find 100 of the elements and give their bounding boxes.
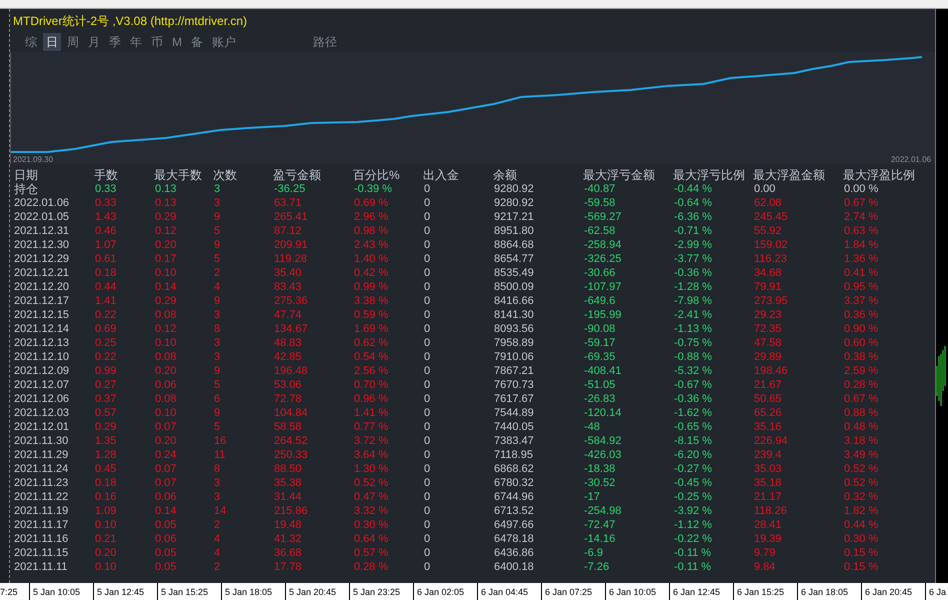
column-header: 日期 [14, 168, 39, 182]
max-lots-cell-text: 0.20 [154, 364, 178, 378]
count-cell-text: 5 [213, 420, 222, 434]
max-float-loss-ratio-cell-text: -7.98 % [673, 294, 713, 308]
lots-cell-text: 0.44 [94, 280, 118, 294]
tab[interactable]: 月 [85, 32, 103, 50]
date-cell-text: 2021.12.15 [14, 308, 70, 322]
max-float-profit-ratio-cell-text: 0.44 % [843, 518, 880, 532]
percent-cell-text: 0.57 % [353, 546, 390, 560]
max-float-loss-cell-text: -30.52 [583, 476, 616, 490]
balance-cell-text: 8500.09 [493, 280, 535, 294]
max-float-profit-ratio-cell-text: 0.30 % [843, 532, 880, 546]
date-cell-text: 2022.01.05 [14, 210, 70, 224]
lots-cell-text: 0.10 [94, 560, 118, 574]
max-float-profit-ratio-cell-text: 1.84 % [843, 238, 880, 252]
max-float-loss-cell-text: -569.27 [583, 210, 622, 224]
balance-cell-text: 8093.56 [493, 322, 535, 336]
deposit-cell-text: 0 [423, 476, 432, 490]
tab[interactable]: M [169, 32, 185, 50]
time-axis-label: 5 Jan 23:25 [350, 583, 414, 600]
count-cell-text: 9 [213, 406, 222, 420]
max-lots-cell-text: 0.05 [154, 546, 178, 560]
max-lots-cell-text: 0.20 [154, 434, 178, 448]
balance-cell-text: 6713.52 [493, 504, 535, 518]
tab[interactable]: 年 [127, 32, 145, 50]
percent-cell-text: 1.41 % [353, 406, 390, 420]
tab[interactable]: 综 [22, 32, 40, 50]
max-float-profit-cell-text: 35.16 [753, 420, 783, 434]
tab[interactable]: 币 [148, 32, 166, 50]
balance-cell-text: 6780.32 [493, 476, 535, 490]
max-float-loss-cell-text: -584.92 [583, 434, 622, 448]
count-cell-text: 2 [213, 560, 222, 574]
lots-cell-text: 0.27 [94, 378, 118, 392]
percent-cell-text: 3.64 % [353, 448, 390, 462]
tab[interactable]: 备 [188, 32, 206, 50]
profit-cell-text: 63.71 [273, 196, 303, 210]
date-cell-text: 2021.11.24 [14, 462, 70, 476]
max-lots-cell-text: 0.07 [154, 476, 178, 490]
lots-cell-text: 1.09 [94, 504, 118, 518]
max-float-loss-ratio-cell-text: -1.28 % [673, 280, 713, 294]
lots-cell-text: 0.99 [94, 364, 118, 378]
percent-cell-text: 0.47 % [353, 490, 390, 504]
count-cell-text: 2 [213, 266, 222, 280]
max-float-profit-cell-text: 21.67 [753, 378, 783, 392]
max-lots-cell-text: 0.12 [154, 224, 178, 238]
max-float-profit-ratio-cell-text: 1.82 % [843, 504, 880, 518]
profit-cell-text: 36.68 [273, 546, 303, 560]
profit-cell-text: 88.50 [273, 462, 303, 476]
max-float-loss-cell-text: -51.05 [583, 378, 616, 392]
tab[interactable]: 季 [106, 32, 124, 50]
tab[interactable]: 周 [64, 32, 82, 50]
balance-cell-text: 7544.89 [493, 406, 535, 420]
balance-cell-text: 7118.95 [493, 448, 534, 462]
tab[interactable]: 账户 [209, 32, 239, 50]
profit-cell-text: 17.78 [273, 560, 303, 574]
max-float-loss-ratio-cell-text: -5.32 % [673, 364, 713, 378]
max-lots-cell-text: 0.08 [154, 350, 178, 364]
balance-cell-text: 7670.73 [493, 378, 535, 392]
max-float-profit-cell-text: 62.08 [753, 196, 783, 210]
deposit-cell-text: 0 [423, 266, 432, 280]
max-lots-cell-text: 0.17 [154, 252, 178, 266]
max-float-profit-ratio-cell-text: 0.32 % [843, 490, 880, 504]
max-lots-cell-text: 0.10 [154, 336, 178, 350]
lots-cell-text: 0.18 [94, 476, 118, 490]
max-float-loss-cell-text: -107.97 [583, 280, 622, 294]
max-float-profit-cell-text: 19.39 [753, 532, 783, 546]
count-cell-text: 9 [213, 294, 222, 308]
tab[interactable]: 路径 [310, 32, 340, 50]
max-float-loss-cell-text: -254.98 [583, 504, 622, 518]
profit-cell-text: 31.44 [273, 490, 303, 504]
date-cell-text: 2021.12.17 [14, 294, 70, 308]
balance-cell-text: 6478.18 [493, 532, 535, 546]
balance-cell-text: 7958.89 [493, 336, 535, 350]
max-lots-cell-text: 0.08 [154, 392, 178, 406]
percent-cell-text: 0.54 % [353, 350, 390, 364]
max-float-profit-ratio-cell-text: 0.67 % [843, 392, 880, 406]
count-cell-text: 3 [213, 490, 222, 504]
percent-cell-text: 0.96 % [353, 392, 390, 406]
max-float-loss-ratio-cell-text: -0.22 % [673, 532, 713, 546]
max-float-profit-ratio-cell-text: 0.95 % [843, 280, 880, 294]
profit-cell-text: 72.78 [273, 392, 303, 406]
count-cell-text: 3 [213, 182, 222, 196]
max-float-profit-cell-text: 159.02 [753, 238, 789, 252]
column-header: 出入金 [423, 168, 460, 182]
deposit-cell-text: 0 [423, 378, 432, 392]
max-float-profit-cell-text: 28.41 [753, 518, 783, 532]
max-float-profit-ratio-cell-text: 3.18 % [843, 434, 880, 448]
time-axis-label: 5 Jan 18:05 [222, 583, 286, 600]
max-float-profit-cell-text: 118.26 [753, 504, 788, 518]
count-cell-text: 8 [213, 322, 222, 336]
deposit-cell-text: 0 [423, 504, 432, 518]
time-axis-label: 7:25 [0, 583, 30, 600]
tab[interactable]: 日 [43, 32, 61, 50]
max-float-loss-ratio-cell-text: -0.71 % [673, 224, 713, 238]
percent-cell-text: 0.70 % [353, 378, 390, 392]
max-float-profit-ratio-cell-text: 0.15 % [843, 546, 880, 560]
max-lots-cell-text: 0.06 [154, 490, 178, 504]
chart-end-label: 2022.01.06 [890, 155, 931, 164]
max-float-loss-cell-text: -426.03 [583, 448, 622, 462]
deposit-cell-text: 0 [423, 224, 432, 238]
